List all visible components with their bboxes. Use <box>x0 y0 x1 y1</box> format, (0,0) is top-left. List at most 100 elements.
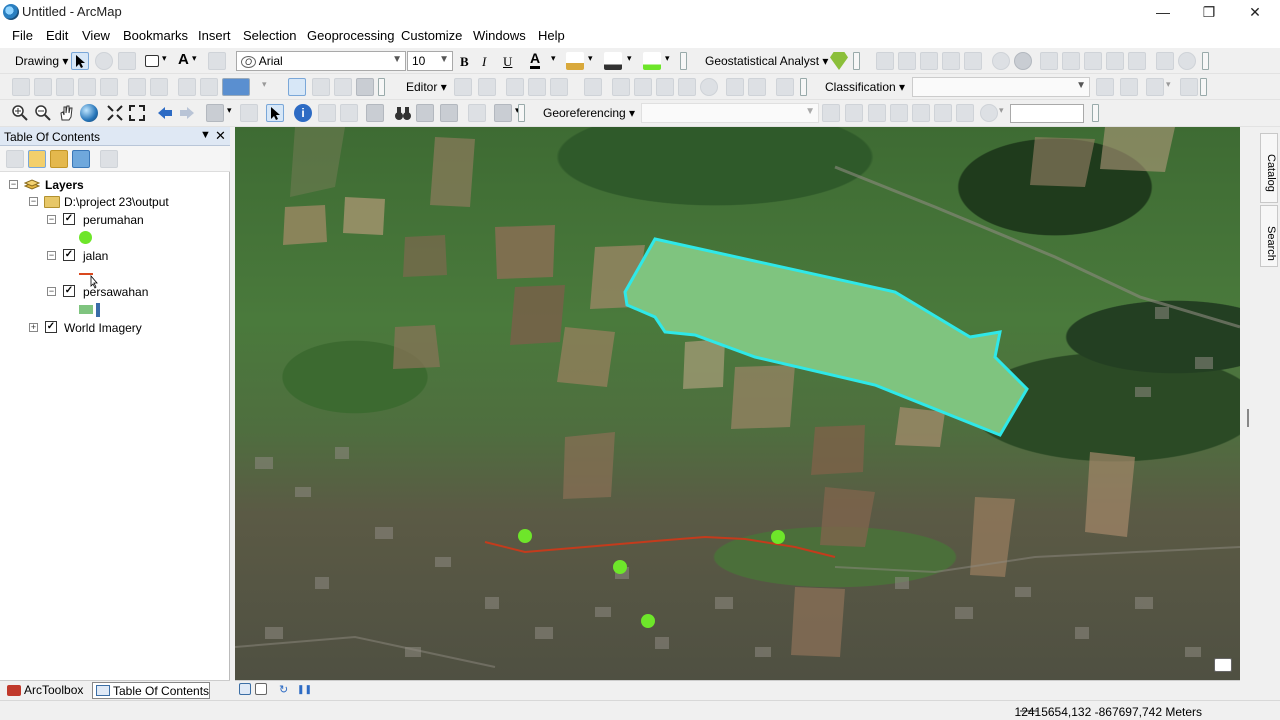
map-tips-icon[interactable] <box>1214 658 1232 672</box>
add-control-points-icon[interactable] <box>890 104 908 122</box>
rotate-tool-icon[interactable] <box>700 78 718 96</box>
rotate-raster-icon[interactable] <box>822 104 840 122</box>
zoom-in-icon[interactable] <box>11 104 29 122</box>
point-symbol-icon[interactable] <box>79 231 92 244</box>
layout-view-tab-icon[interactable] <box>255 683 267 695</box>
send-back-icon[interactable] <box>200 78 218 96</box>
endpoint-arc-icon[interactable] <box>528 78 546 96</box>
html-popup-icon[interactable] <box>340 104 358 122</box>
maximize-button[interactable]: ❐ <box>1186 0 1232 24</box>
grid-tool-icon[interactable] <box>1106 52 1124 70</box>
splitter-handle[interactable] <box>1247 409 1249 427</box>
geostatistical-analyst-menu[interactable]: Geostatistical Analyst ▾ <box>705 54 828 68</box>
cut-polygons-icon[interactable] <box>656 78 674 96</box>
print-preview-icon[interactable] <box>334 78 352 96</box>
identity-link-icon[interactable] <box>942 52 960 70</box>
edit-vertices-tool-icon[interactable] <box>612 78 630 96</box>
edit-tool-icon[interactable] <box>454 78 472 96</box>
font-color-dropdown-icon[interactable]: ▾ <box>551 53 556 64</box>
segment-icon[interactable] <box>1146 78 1164 96</box>
georeferencing-layer-select[interactable]: ▼ <box>641 103 819 123</box>
attribute-transfer-icon[interactable] <box>1156 52 1174 70</box>
point-icon[interactable] <box>584 78 602 96</box>
toolbar-options-grip[interactable] <box>1202 52 1209 70</box>
menu-help[interactable]: Help <box>538 28 565 43</box>
toolbar-options-grip[interactable] <box>1200 78 1207 96</box>
toolbar-options-grip[interactable] <box>800 78 807 96</box>
menu-edit[interactable]: Edit <box>46 28 68 43</box>
map-canvas[interactable] <box>235 127 1240 680</box>
tree-root-layers[interactable]: − Layers <box>0 176 228 194</box>
perumahan-point[interactable] <box>613 560 627 574</box>
toolbar-options-grip[interactable] <box>853 52 860 70</box>
tab-catalog[interactable]: Catalog <box>1260 133 1278 203</box>
font-color-button[interactable]: A <box>530 50 541 69</box>
go-to-xy-icon[interactable] <box>440 104 458 122</box>
menu-selection[interactable]: Selection <box>243 28 296 43</box>
italic-button[interactable]: I <box>482 54 486 70</box>
group-icon[interactable] <box>150 78 168 96</box>
create-viewer-window-icon[interactable] <box>494 104 512 122</box>
straight-segment-icon[interactable] <box>506 78 524 96</box>
classify-icon[interactable] <box>1120 78 1138 96</box>
go-forward-arrow-icon[interactable] <box>178 104 196 122</box>
collapse-icon[interactable]: − <box>47 251 56 260</box>
attributes-icon[interactable] <box>726 78 744 96</box>
trace-icon[interactable] <box>550 78 568 96</box>
time-slider-icon[interactable] <box>468 104 486 122</box>
list-by-selection-icon[interactable] <box>72 150 90 168</box>
line-color-icon[interactable] <box>604 52 622 70</box>
layer-visibility-checkbox[interactable]: ✓ <box>63 285 75 297</box>
collapse-icon[interactable]: − <box>47 215 56 224</box>
globe-tool-icon[interactable] <box>1014 52 1032 70</box>
marker-color-icon[interactable] <box>643 52 661 70</box>
perumahan-point[interactable] <box>518 529 532 543</box>
layer-row-jalan[interactable]: − ✓ jalan <box>0 247 228 265</box>
select-elements-icon[interactable] <box>71 52 89 70</box>
measure-ruler-icon[interactable] <box>366 104 384 122</box>
reshape-icon[interactable] <box>634 78 652 96</box>
zoom-to-selected-elements-icon[interactable] <box>118 52 136 70</box>
go-back-arrow-icon[interactable] <box>156 104 174 122</box>
pointer-tool-icon[interactable] <box>1180 78 1198 96</box>
layer-visibility-checkbox[interactable]: ✓ <box>63 213 75 225</box>
auto-registration-icon[interactable] <box>912 104 930 122</box>
rotate-icon[interactable] <box>95 52 113 70</box>
collapse-icon[interactable]: − <box>29 197 38 206</box>
split-icon[interactable] <box>678 78 696 96</box>
editor-menu[interactable]: Editor ▾ <box>406 80 447 94</box>
menu-windows[interactable]: Windows <box>473 28 526 43</box>
layer-row-persawahan[interactable]: − ✓ persawahan <box>0 283 228 301</box>
close-window-button[interactable]: ✕ <box>1232 0 1278 24</box>
rectangle-icon[interactable] <box>145 55 159 67</box>
scale-raster-icon[interactable] <box>868 104 886 122</box>
menu-file[interactable]: File <box>12 28 33 43</box>
layout-view-icon[interactable] <box>288 78 306 96</box>
layer-visibility-checkbox[interactable]: ✓ <box>45 321 57 333</box>
sphere-tool-icon[interactable] <box>992 52 1010 70</box>
list-by-source-icon[interactable] <box>28 150 46 168</box>
refresh-icon[interactable]: ↻ <box>279 683 288 696</box>
clear-selection-icon[interactable] <box>240 104 258 122</box>
toolbar-options-grip[interactable] <box>378 78 385 96</box>
create-features-icon[interactable] <box>776 78 794 96</box>
parcel-tool-icon[interactable] <box>1062 52 1080 70</box>
marker-color-dropdown-icon[interactable]: ▾ <box>665 53 670 64</box>
menu-insert[interactable]: Insert <box>198 28 231 43</box>
list-by-visibility-icon[interactable] <box>50 150 68 168</box>
align-icon[interactable] <box>56 78 74 96</box>
select-features-dropdown-icon[interactable]: ▾ <box>227 105 232 116</box>
menu-view[interactable]: View <box>82 28 110 43</box>
layer-row-perumahan[interactable]: − ✓ perumahan <box>0 211 228 229</box>
select-elements-tool-icon[interactable] <box>266 104 284 122</box>
spatial-adjust-icon[interactable] <box>876 52 894 70</box>
find-binoculars-icon[interactable] <box>394 104 412 122</box>
rotation-angle-input[interactable] <box>1010 104 1084 123</box>
settings-circle-icon[interactable] <box>1178 52 1196 70</box>
multi-link-icon[interactable] <box>920 52 938 70</box>
collapse-icon[interactable]: − <box>9 180 18 189</box>
segment-dropdown-icon[interactable]: ▾ <box>1166 79 1171 90</box>
order-icon[interactable] <box>34 78 52 96</box>
topology-tool-icon[interactable] <box>1040 52 1058 70</box>
line-color-dropdown-icon[interactable]: ▾ <box>627 53 632 64</box>
